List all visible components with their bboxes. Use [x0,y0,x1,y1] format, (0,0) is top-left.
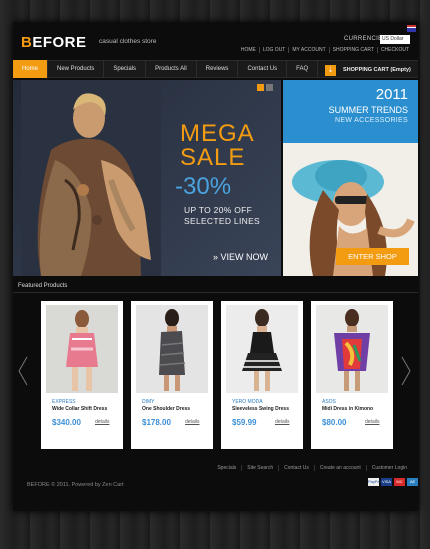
top-link-cart[interactable]: SHOPPING CART [328,47,377,53]
footer-link-specials[interactable]: Specials [212,465,241,471]
product-name[interactable]: Sleeveless Swing Dress [232,406,289,412]
promo-percent: -30% [175,173,232,200]
promo-sale: SALE [180,144,246,171]
featured-heading: Featured Products [18,283,68,289]
product-details-link[interactable]: details [185,419,199,425]
footer-link-create-account[interactable]: Create an account [313,465,366,471]
payment-icons: PayPal VISA MC AE [368,478,418,486]
site-logo[interactable]: BEFORE [21,34,87,51]
amex-icon: AE [407,478,418,486]
footer-links: Specials Site Search Contact Us Create a… [212,465,412,471]
view-now-link[interactable]: » VIEW NOW [213,252,268,262]
slider-dots[interactable] [257,84,273,91]
carousel-next-icon[interactable] [401,356,411,386]
nav-new-products[interactable]: New Products [48,60,105,78]
model-image [21,80,161,276]
flag-icon[interactable] [407,25,416,32]
product-card[interactable]: DIMY One Shoulder Dress $178.00 details [131,301,213,449]
footer-link-login[interactable]: Customer Login [365,465,412,471]
main-nav: Home New Products Specials Products All … [13,60,418,78]
paypal-icon: PayPal [368,478,381,486]
promo-upto: UP TO 20% OFF [184,205,253,215]
top-links: HOME LOG OUT MY ACCOUNT SHOPPING CART CH… [238,47,412,53]
carousel-prev-icon[interactable] [18,356,28,386]
product-price: $80.00 [322,418,347,427]
cart-status[interactable]: SHOPPING CART (Empty) [343,67,411,73]
footer-link-contact[interactable]: Contact Us [278,465,314,471]
top-link-logout[interactable]: LOG OUT [258,47,289,53]
product-brand: ASOS [322,399,336,405]
page-container: BEFORE casual clothes store CURRENCIES U… [13,22,418,511]
top-link-home[interactable]: HOME [238,47,259,53]
product-price: $59.99 [232,418,257,427]
product-card[interactable]: YERO MODA Sleeveless Swing Dress $59.99 … [221,301,303,449]
product-image [316,305,388,393]
nav-products-all[interactable]: Products All [146,60,197,78]
nav-faq[interactable]: FAQ [287,60,319,78]
promo-accessories: NEW ACCESSORIES [335,117,408,124]
product-brand: EXPRESS [52,399,76,405]
product-image [46,305,118,393]
footer-link-search[interactable]: Site Search [241,465,278,471]
visa-icon: VISA [381,478,392,486]
promo-summer: SUMMER TRENDS [328,105,408,115]
top-link-checkout[interactable]: CHECKOUT [376,47,412,53]
site-tagline: casual clothes store [99,38,157,45]
product-price: $340.00 [52,418,81,427]
product-image [226,305,298,393]
mastercard-icon: MC [394,478,405,486]
product-name[interactable]: One Shoulder Dress [142,406,190,412]
divider [13,292,418,293]
product-name[interactable]: Midi Dress in Kimono [322,406,373,412]
sale-banner[interactable]: MEGA SALE -30% UP TO 20% OFF SELECTED LI… [13,80,281,276]
product-details-link[interactable]: details [275,419,289,425]
promo-year: 2011 [375,86,408,103]
enter-shop-button[interactable]: ENTER SHOP [336,248,409,265]
product-price: $178.00 [142,418,171,427]
slider-dot[interactable] [266,84,273,91]
product-details-link[interactable]: details [365,419,379,425]
product-image [136,305,208,393]
summer-banner[interactable]: 2011 SUMMER TRENDS NEW ACCESSORIES ENTER… [283,80,418,276]
product-details-link[interactable]: details [95,419,109,425]
promo-selected: SELECTED LINES [184,216,261,226]
product-name[interactable]: Wide Collar Shift Dress [52,406,107,412]
top-link-account[interactable]: MY ACCOUNT [288,47,328,53]
cart-icon[interactable]: ⇣ [325,65,336,76]
currency-select[interactable]: US Dollar [380,35,410,44]
nav-reviews[interactable]: Reviews [197,60,239,78]
nav-home[interactable]: Home [13,60,49,78]
slider-dot[interactable] [257,84,264,91]
product-brand: YERO MODA [232,399,263,405]
nav-specials[interactable]: Specials [104,60,147,78]
product-card[interactable]: EXPRESS Wide Collar Shift Dress $340.00 … [41,301,123,449]
product-brand: DIMY [142,399,155,405]
nav-contact[interactable]: Contact Us [238,60,288,78]
copyright: BEFORE © 2011. Powered by Zen Cart [27,482,124,488]
product-card[interactable]: ASOS Midi Dress in Kimono $80.00 details [311,301,393,449]
